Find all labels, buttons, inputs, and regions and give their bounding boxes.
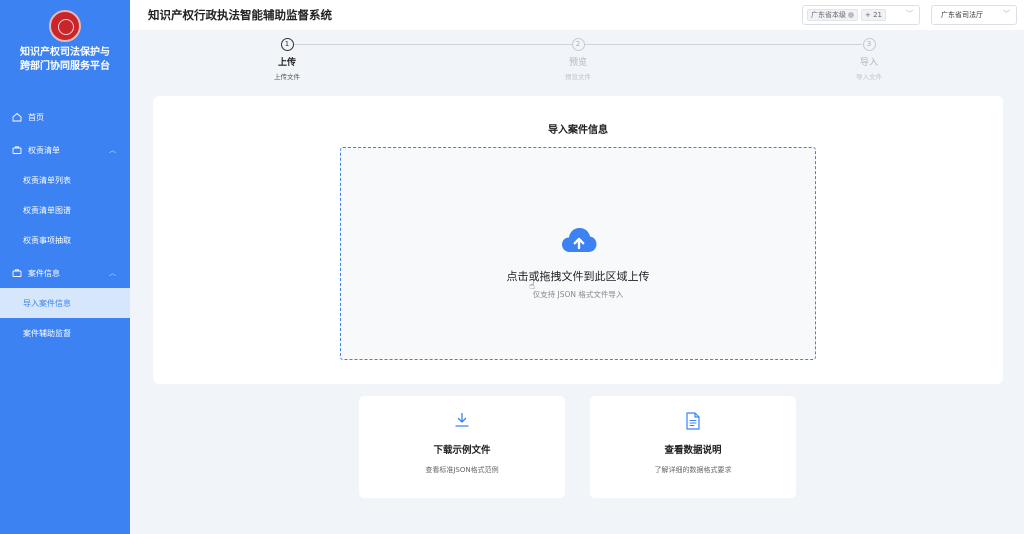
- step-title: 上传: [277, 58, 296, 68]
- platform-logo: [49, 10, 81, 42]
- briefcase-icon: [12, 145, 22, 155]
- department-value: 广东省司法厅: [941, 11, 983, 19]
- upload-dropzone[interactable]: 点击或拖拽文件到此区域上传 仅支持 JSON 格式文件导入 ☝: [340, 147, 816, 360]
- platform-name-line2: 跨部门协同服务平台: [20, 61, 110, 72]
- close-icon[interactable]: [848, 12, 854, 18]
- chevron-up-icon: ︿: [109, 146, 116, 154]
- step-upload: 1 上传 上传文件: [257, 38, 317, 81]
- step-import: 3 导入 导入文件: [839, 38, 899, 81]
- briefcase-icon: [12, 268, 22, 278]
- sidebar-item-label: 案件辅助监督: [23, 328, 71, 338]
- chevron-down-icon: ﹀: [906, 10, 913, 18]
- step-title: 导入: [859, 58, 878, 68]
- sidebar-item-responsibility-list[interactable]: 权责清单 ︿: [0, 135, 130, 165]
- step-connector: [584, 44, 862, 45]
- data-description-card[interactable]: 查看数据说明 了解详细的数据格式要求: [590, 396, 796, 498]
- step-number: 1: [280, 38, 294, 51]
- document-icon: [685, 412, 701, 434]
- steps-bar: 1 上传 上传文件 2 预览 预览文件 3 导入 导入文件: [130, 30, 1024, 90]
- region-tag-label: 广东省本级: [811, 10, 846, 19]
- step-preview: 2 预览 预览文件: [548, 38, 608, 81]
- card-desc: 查看标准JSON格式范例: [425, 466, 499, 474]
- sidebar-item-label: 权责清单: [28, 145, 60, 155]
- hand-cursor-icon: ☝: [529, 281, 536, 292]
- sidebar-item-label: 导入案件信息: [23, 298, 71, 308]
- chevron-down-icon: ﹀: [1003, 10, 1010, 18]
- region-more-tag: + 21: [861, 9, 886, 21]
- sidebar: 知识产权司法保护与 跨部门协同服务平台 首页 权责清单 ︿ 权责清单列表 权责清…: [0, 0, 130, 534]
- dropzone-sub-text: 仅支持 JSON 格式文件导入: [532, 290, 624, 299]
- platform-name: 知识产权司法保护与 跨部门协同服务平台: [0, 46, 130, 74]
- sidebar-item-responsibility-graph[interactable]: 权责清单图谱: [0, 195, 130, 225]
- card-title: 查看数据说明: [664, 445, 722, 456]
- step-number: 2: [571, 38, 585, 51]
- sidebar-item-label: 首页: [28, 112, 44, 122]
- step-desc: 预览文件: [565, 73, 591, 81]
- sidebar-item-case-supervision[interactable]: 案件辅助监督: [0, 318, 130, 348]
- region-select[interactable]: 广东省本级 + 21 ﹀: [802, 5, 920, 25]
- sidebar-item-label: 权责清单列表: [23, 175, 71, 185]
- card-desc: 了解详细的数据格式要求: [654, 466, 732, 474]
- step-number: 3: [862, 38, 876, 51]
- top-header: 知识产权行政执法智能辅助监督系统 广东省本级 + 21 ﹀ 广东省司法厅 ﹀: [130, 0, 1024, 30]
- chevron-up-icon: ︿: [109, 269, 116, 277]
- sidebar-item-responsibility-extract[interactable]: 权责事项抽取: [0, 225, 130, 255]
- platform-name-line1: 知识产权司法保护与: [20, 47, 110, 58]
- cloud-upload-icon: [561, 226, 597, 258]
- step-title: 预览: [568, 58, 587, 68]
- sidebar-item-import-case[interactable]: 导入案件信息: [0, 288, 130, 318]
- sidebar-menu: 首页 权责清单 ︿ 权责清单列表 权责清单图谱 权责事项抽取 案件信息 ︿ 导入…: [0, 102, 130, 348]
- sidebar-item-label: 权责事项抽取: [23, 235, 71, 245]
- step-desc: 导入文件: [856, 73, 882, 81]
- upload-card: 导入案件信息 点击或拖拽文件到此区域上传 仅支持 JSON 格式文件导入 ☝: [153, 96, 1003, 384]
- step-connector: [294, 44, 572, 45]
- upload-card-title: 导入案件信息: [548, 125, 608, 136]
- sidebar-item-label: 案件信息: [28, 268, 60, 278]
- download-icon: [454, 412, 470, 432]
- sidebar-item-label: 权责清单图谱: [23, 205, 71, 215]
- card-title: 下载示例文件: [433, 445, 491, 456]
- sidebar-item-responsibility-table[interactable]: 权责清单列表: [0, 165, 130, 195]
- department-select[interactable]: 广东省司法厅 ﹀: [931, 5, 1017, 25]
- system-title: 知识产权行政执法智能辅助监督系统: [148, 8, 332, 22]
- download-sample-card[interactable]: 下载示例文件 查看标准JSON格式范例: [359, 396, 565, 498]
- dropzone-main-text: 点击或拖拽文件到此区域上传: [506, 270, 650, 283]
- step-desc: 上传文件: [274, 73, 300, 81]
- home-icon: [12, 112, 22, 122]
- region-tag: 广东省本级: [807, 9, 858, 21]
- sidebar-item-home[interactable]: 首页: [0, 102, 130, 132]
- sidebar-item-case-info[interactable]: 案件信息 ︿: [0, 258, 130, 288]
